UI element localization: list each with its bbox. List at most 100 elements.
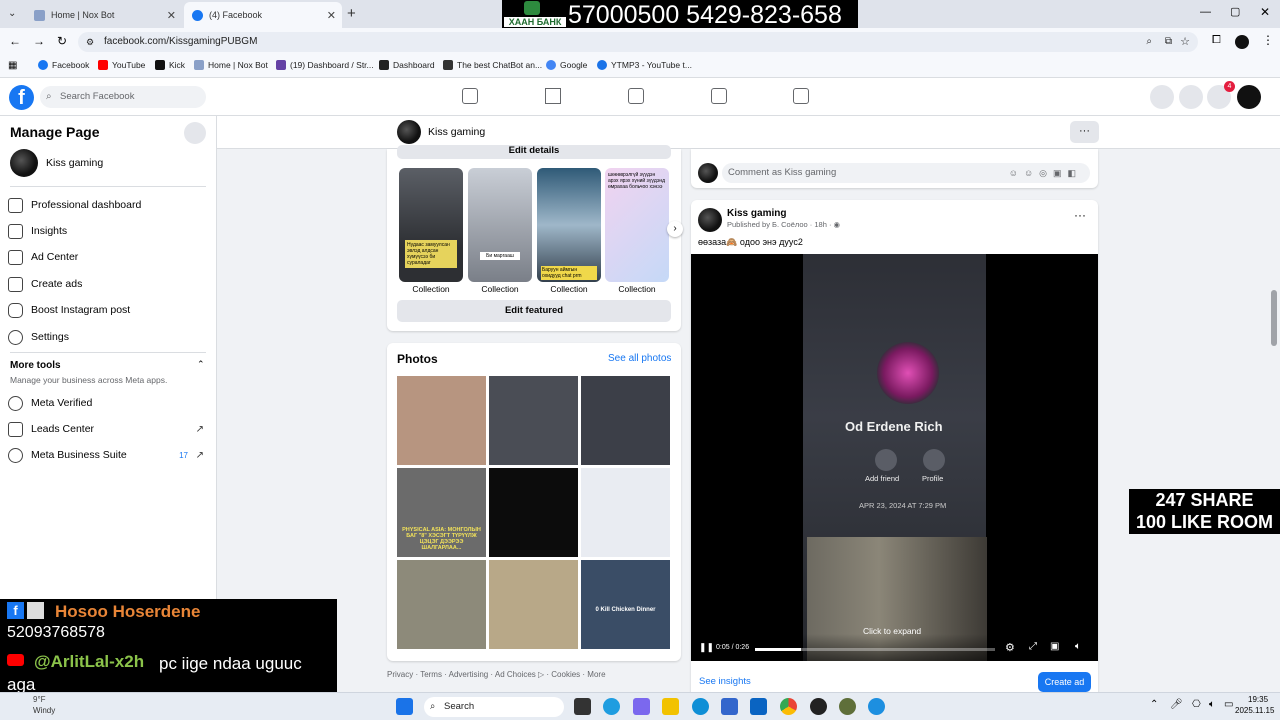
tab-nox-bot[interactable]: Home | Nox Bot ✕ <box>26 2 182 28</box>
photo-tile[interactable] <box>397 560 486 649</box>
profile-avatar[interactable] <box>1235 35 1249 49</box>
edit-featured-button[interactable]: Edit featured <box>397 300 671 322</box>
browser-menu-icon[interactable]: ⋮ <box>1262 33 1274 47</box>
maximize-icon[interactable]: ▢ <box>1230 5 1240 18</box>
post-author[interactable]: Kiss gaming <box>727 208 786 219</box>
tab-list-icon[interactable]: ⌄ <box>8 8 16 19</box>
collection-tile[interactable]: шөөөврэлгүй зүүдэн арэх ярэх хүний зүүдэ… <box>605 168 669 282</box>
page-switcher[interactable]: Kiss gaming <box>10 149 206 179</box>
create-ad-button[interactable]: Create ad <box>1038 672 1091 692</box>
megaphone-icon[interactable] <box>711 88 727 104</box>
facebook-logo-icon[interactable]: f <box>9 85 34 110</box>
video-progress-bar[interactable] <box>755 648 995 651</box>
photo-tile[interactable] <box>489 468 578 557</box>
tray-chevron-icon[interactable]: ⌃ <box>1150 699 1158 710</box>
bookmark-kick[interactable]: Kick <box>155 60 185 70</box>
sidebar-item-create-ads[interactable]: Create ads <box>8 273 208 295</box>
page-header-name[interactable]: Kiss gaming <box>428 126 485 138</box>
sidebar-tool-meta-verified[interactable]: Meta Verified <box>8 392 208 414</box>
calendar-icon[interactable] <box>793 88 809 104</box>
see-all-photos-link[interactable]: See all photos <box>608 353 671 364</box>
minimize-icon[interactable]: — <box>1200 6 1211 18</box>
url-field[interactable]: ⚙ facebook.com/KissgamingPUBGM ⌕ ⧉ ☆ <box>78 32 1198 52</box>
sidebar-item-ad-center[interactable]: Ad Center <box>8 246 208 268</box>
post-options-icon[interactable]: ··· <box>1074 208 1086 222</box>
taskbar-search[interactable]: ⌕ Search <box>424 697 564 717</box>
see-insights-link[interactable]: See insights <box>699 676 751 687</box>
bookmark-ytmp3[interactable]: YTMP3 - YouTube t... <box>597 60 692 70</box>
post-time[interactable]: 18h <box>814 220 827 229</box>
microphone-icon[interactable]: 🎤︎ <box>1170 699 1183 710</box>
back-icon[interactable]: ← <box>9 34 21 48</box>
tab-facebook[interactable]: (4) Facebook ✕ <box>184 2 342 28</box>
close-tab-icon[interactable]: ✕ <box>327 9 336 22</box>
bookmark-youtube[interactable]: YouTube <box>98 60 145 70</box>
footer-links[interactable]: Privacy · Terms · Advertising · Ad Choic… <box>387 670 606 679</box>
close-window-icon[interactable]: ✕ <box>1260 5 1270 19</box>
apps-icon[interactable]: ▦ <box>8 60 17 71</box>
task-view-icon[interactable] <box>574 698 591 715</box>
bookmark-chatbot[interactable]: The best ChatBot an... <box>443 60 542 70</box>
collection-tile[interactable]: Би маргааш <box>468 168 532 282</box>
flag-icon[interactable] <box>545 88 561 104</box>
home-icon[interactable] <box>462 88 478 104</box>
expand-icon[interactable]: ⤢ <box>1029 641 1037 652</box>
more-options-button[interactable]: ··· <box>1070 121 1099 143</box>
sidebar-item-professional-dashboard[interactable]: Professional dashboard <box>8 194 208 216</box>
photo-tile[interactable]: PHYSICAL ASIA: МОНГОЛЫН БАГ "8" ХЭСЭГТ Т… <box>397 468 486 557</box>
network-icon[interactable]: ⎔ <box>1192 699 1201 710</box>
site-info-icon[interactable]: ⚙ <box>86 32 94 52</box>
battery-icon[interactable]: ▭ <box>1224 699 1233 710</box>
comment-input[interactable]: Comment as Kiss gaming ☺☺◎▣◧ <box>722 163 1090 183</box>
sidebar-item-settings[interactable]: Settings <box>8 326 208 348</box>
app-icon[interactable] <box>868 698 885 715</box>
emoji-icons[interactable]: ☺☺◎▣◧ <box>1009 163 1082 183</box>
reload-icon[interactable]: ↻ <box>57 34 67 48</box>
app-icon[interactable] <box>839 698 856 715</box>
zoom-icon[interactable]: ⌕ <box>1146 32 1152 52</box>
bookmark-star-icon[interactable]: ☆ <box>1180 32 1190 52</box>
chrome-icon[interactable] <box>780 698 797 715</box>
collection-tile[interactable]: Баруун аймгын охидууд chat рrm <box>537 168 601 282</box>
post-author-avatar[interactable] <box>698 208 722 232</box>
bookmark-nox-bot[interactable]: Home | Nox Bot <box>194 60 268 70</box>
photo-tile[interactable] <box>489 376 578 465</box>
bookmark-facebook[interactable]: Facebook <box>38 60 89 70</box>
chevron-up-icon[interactable]: ⌃ <box>197 359 205 370</box>
app-icon[interactable] <box>633 698 650 715</box>
chevron-right-icon[interactable]: › <box>667 221 683 237</box>
file-explorer-icon[interactable] <box>662 698 679 715</box>
windows-start-icon[interactable] <box>396 698 413 715</box>
sidebar-item-insights[interactable]: Insights <box>8 220 208 242</box>
app-icon[interactable] <box>603 698 620 715</box>
photo-tile[interactable] <box>489 560 578 649</box>
settings-icon[interactable]: ⚙ <box>1005 641 1015 654</box>
photo-tile[interactable]: 0 Kill Chicken Dinner <box>581 560 670 649</box>
video-icon[interactable] <box>628 88 644 104</box>
menu-grid-icon[interactable] <box>1150 85 1174 109</box>
page-scrollbar[interactable] <box>1271 290 1277 346</box>
photo-tile[interactable] <box>581 468 670 557</box>
mail-icon[interactable] <box>750 698 767 715</box>
sidebar-tool-leads-center[interactable]: Leads Center ↗ <box>8 418 208 440</box>
photo-tile[interactable] <box>397 376 486 465</box>
edit-details-button[interactable]: Edit details <box>397 145 671 159</box>
photo-tile[interactable] <box>581 376 670 465</box>
forward-icon[interactable]: → <box>33 34 45 48</box>
clock-date[interactable]: 2025.11.15 <box>1235 706 1274 715</box>
volume-icon[interactable]: 🔈︎ <box>1209 699 1215 710</box>
pip-icon[interactable]: ▣ <box>1050 641 1059 652</box>
bookmark-google[interactable]: Google <box>546 60 587 70</box>
store-icon[interactable] <box>721 698 738 715</box>
bookmark-dashboard[interactable]: Dashboard <box>379 60 435 70</box>
collection-tile[interactable]: Нудаас замуулсан эвлэд алдсан хүмүүсээ б… <box>399 168 463 282</box>
volume-icon[interactable]: 🔈︎ <box>1075 641 1081 652</box>
extensions-icon[interactable]: ⧠ <box>1212 34 1221 47</box>
sidebar-tool-business-suite[interactable]: Meta Business Suite 17 ↗ <box>8 444 208 466</box>
messenger-icon[interactable] <box>1179 85 1203 109</box>
app-icon[interactable] <box>810 698 827 715</box>
collapse-sidebar-icon[interactable] <box>184 122 206 144</box>
clock-time[interactable]: 19:35 <box>1248 695 1268 704</box>
weather-icon[interactable]: 9°F <box>33 695 46 704</box>
bookmark-dashboard-str[interactable]: (19) Dashboard / Str... <box>276 60 374 70</box>
